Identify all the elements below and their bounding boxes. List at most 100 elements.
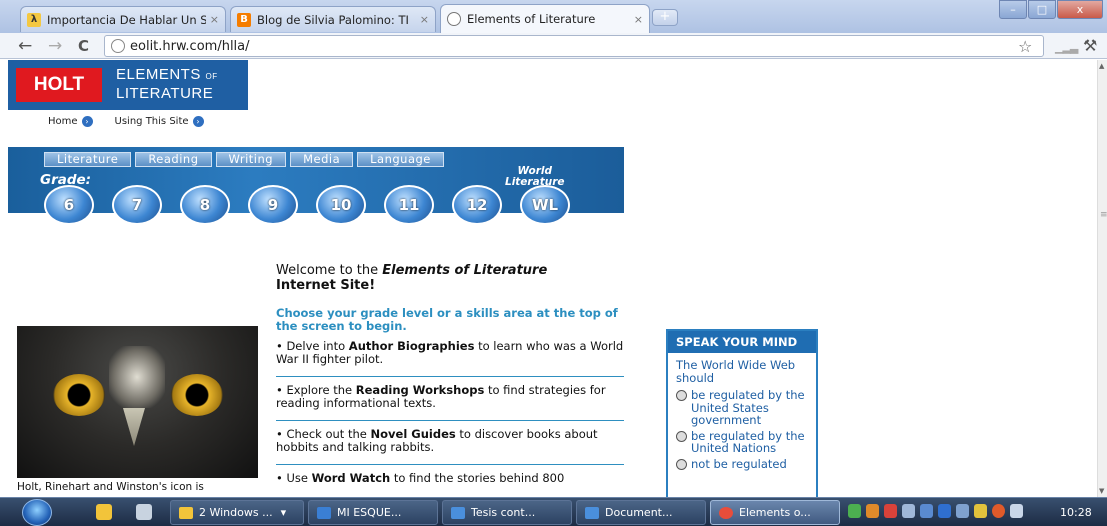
tab-literature[interactable]: Literature [44,152,132,167]
tab-media[interactable]: Media [290,152,354,167]
bullet-author-biographies: • Delve into Author Biographies to learn… [276,333,624,377]
taskbar-windows-group[interactable]: 2 Windows ... ▾ [170,500,304,525]
tray-app-icon[interactable] [992,504,1005,518]
radio-button[interactable] [676,430,687,442]
speaker-icon[interactable] [902,504,915,518]
grade-10-button[interactable]: 10 [316,185,366,225]
tray-app-icon[interactable] [884,504,897,518]
new-tab-button[interactable]: + [652,9,678,26]
system-tray [848,504,1023,518]
close-button[interactable]: x [1057,0,1103,19]
bullet-pre: • Delve into [276,339,349,353]
tab-close-icon[interactable]: × [634,13,643,26]
wrench-menu-icon[interactable]: ⚒ [1083,36,1097,55]
reading-workshops-link[interactable]: Reading Workshops [356,383,485,397]
globe-icon [447,12,461,26]
owl-image [17,326,258,478]
start-button[interactable] [22,499,52,526]
poll-option-label: be regulated by the United Nations [691,428,805,455]
poll-option[interactable]: be regulated by the United Nations [668,427,816,455]
chevron-down-icon: ▾ [280,506,287,519]
poll-option[interactable]: be regulated by the United States govern… [668,386,816,427]
back-button[interactable]: ← [18,36,32,56]
taskbar-elements-chrome[interactable]: Elements o... [710,500,840,525]
tab-elements-of-literature[interactable]: Elements of Literature × [440,4,650,33]
word-document-icon [585,506,599,519]
taskbar-label: 2 Windows ... [199,506,273,519]
tab-blog-silvia[interactable]: B Blog de Silvia Palomino: TI × [230,6,436,32]
reload-button[interactable]: C [78,36,89,56]
tab-close-icon[interactable]: × [210,13,219,26]
radio-button[interactable] [676,458,687,470]
owl-right-eye [171,374,223,416]
taskbar-tesis[interactable]: Tesis cont... [442,500,572,525]
scroll-down-icon[interactable]: ▼ [1099,487,1104,495]
globe-icon [111,39,125,53]
taskbar-clock[interactable]: 10:28 [1060,506,1092,519]
logo-title-of: OF [205,72,218,81]
holt-elements-logo[interactable]: HOLT ELEMENTS OF LITERATURE [8,60,248,110]
quicklaunch-icon[interactable] [96,504,112,520]
scroll-up-icon[interactable]: ▲ [1099,62,1104,70]
tab-writing[interactable]: Writing [215,152,287,167]
browser-titlebar: λ Importancia De Hablar Un S × B Blog de… [0,0,1107,33]
novel-guides-link[interactable]: Novel Guides [371,427,456,441]
taskbar-label: MI ESQUE... [337,506,402,519]
category-tabs: Literature Reading Writing Media Languag… [44,152,444,167]
forward-button[interactable]: → [48,36,62,56]
poll-header: SPEAK YOUR MIND [668,331,816,353]
tray-app-icon[interactable] [974,504,987,518]
tab-reading[interactable]: Reading [135,152,212,167]
using-this-site-link[interactable]: Using This Site › [115,116,204,127]
bullet-post: to find the stories behind 800 [390,471,565,485]
info-icon: › [192,116,204,127]
welcome-content: Welcome to the Elements of Literature In… [276,263,624,495]
info-icon: › [81,116,93,127]
word-watch-link[interactable]: Word Watch [312,471,391,485]
bookmark-star-icon[interactable]: ☆ [1018,37,1032,56]
tab-title: Elements of Literature [467,12,596,26]
taskbar-document[interactable]: Document... [576,500,706,525]
folder-icon [179,506,193,519]
owl-face [109,346,165,408]
bluetooth-icon[interactable] [938,504,951,518]
tray-app-icon[interactable] [956,504,969,518]
grade-7-button[interactable]: 7 [112,185,162,225]
author-biographies-link[interactable]: Author Biographies [349,339,475,353]
poll-option[interactable]: not be regulated [668,455,816,471]
tray-app-icon[interactable] [848,504,861,518]
grade-8-button[interactable]: 8 [180,185,230,225]
grade-wl-button[interactable]: WL [520,185,570,225]
blogger-icon: B [237,12,251,27]
address-bar[interactable]: eolit.hrw.com/hlla/ [104,35,1044,57]
owl-left-eye [53,374,105,416]
home-link[interactable]: Home › [48,116,93,127]
minimize-button[interactable]: – [999,0,1027,19]
page-action-icon[interactable]: ▁▂▃ [1055,41,1078,54]
scroll-grip-icon[interactable]: ≡ [1100,210,1107,220]
bullet-word-watch: • Use Word Watch to find the stories beh… [276,465,624,495]
tray-app-icon[interactable] [1010,504,1023,518]
taskbar-label: Elements o... [739,506,811,519]
maximize-button[interactable]: □ [1028,0,1056,19]
speak-your-mind-poll: SPEAK YOUR MIND The World Wide Web shoul… [666,329,818,497]
tab-importancia[interactable]: λ Importancia De Hablar Un S × [20,6,226,32]
taskbar-mi-esque[interactable]: MI ESQUE... [308,500,438,525]
tray-app-icon[interactable] [866,504,879,518]
poll-question: The World Wide Web should [676,358,796,385]
home-link-label: Home [48,116,78,127]
logo-title-line1: ELEMENTS [116,66,201,83]
tab-close-icon[interactable]: × [420,13,429,26]
network-icon[interactable] [920,504,933,518]
bullet-pre: • Check out the [276,427,371,441]
windows-taskbar: 2 Windows ... ▾ MI ESQUE... Tesis cont..… [0,497,1107,526]
grade-11-button[interactable]: 11 [384,185,434,225]
grade-9-button[interactable]: 9 [248,185,298,225]
quicklaunch-icon[interactable] [136,504,152,520]
tab-language[interactable]: Language [357,152,444,167]
word-document-icon [451,506,465,519]
vertical-scrollbar[interactable]: ▲ ≡ ▼ [1097,60,1107,497]
grade-12-button[interactable]: 12 [452,185,502,225]
radio-button[interactable] [676,390,687,401]
grade-6-button[interactable]: 6 [44,185,94,225]
